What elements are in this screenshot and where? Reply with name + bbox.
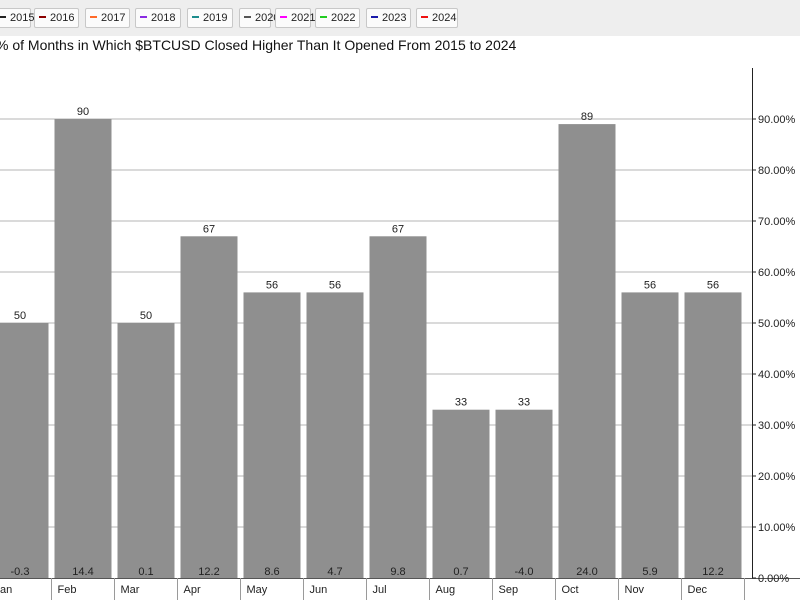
bar-bottom-label: 5.9 (642, 566, 657, 578)
bar-bottom-label: 0.7 (453, 566, 468, 578)
bar-bottom-label: 14.4 (72, 566, 93, 578)
bar-oct (558, 124, 616, 578)
x-tick-label: Apr (184, 584, 201, 596)
bar-value-label: 50 (14, 310, 26, 322)
y-tick-label: 50.00% (758, 318, 796, 330)
bar-value-label: 90 (77, 106, 89, 118)
bar-nov (621, 292, 679, 578)
x-tick-label: Jan (0, 584, 12, 596)
y-tick-label: 90.00% (758, 114, 796, 126)
x-tick-label: Mar (121, 584, 140, 596)
bar-bottom-label: 9.8 (390, 566, 405, 578)
bar-bottom-label: 12.2 (702, 566, 723, 578)
bar-chart: 50 -0.3 90 14.4 50 0.1 67 12.2 56 8.6 56 4.7 67 9.8 33… (0, 68, 800, 600)
bar-mar (117, 323, 175, 578)
y-tick-label: 60.00% (758, 267, 796, 279)
bar-value-label: 33 (518, 397, 530, 409)
bar-bottom-label: 24.0 (576, 566, 597, 578)
bar-value-label: 56 (707, 279, 719, 291)
bar-apr (180, 236, 238, 579)
y-tick-label: 80.00% (758, 165, 796, 177)
bar-bottom-label: 0.1 (138, 566, 153, 578)
bar-value-label: 56 (266, 279, 278, 291)
x-tick-label: Aug (436, 584, 456, 596)
x-tick-label: Jun (310, 584, 328, 596)
bar-jun (306, 292, 364, 578)
bar-value-label: 56 (329, 279, 341, 291)
x-tick-label: Dec (688, 584, 708, 596)
y-tick-label: 40.00% (758, 369, 796, 381)
bar-bottom-label: 8.6 (264, 566, 279, 578)
bar-value-label: 67 (392, 223, 404, 235)
bar-bottom-label: -4.0 (515, 566, 534, 578)
x-tick-label: Nov (625, 584, 645, 596)
bar-feb (54, 119, 112, 578)
bar-jan (0, 323, 49, 578)
bar-value-label: 50 (140, 310, 152, 322)
bar-jul (369, 236, 427, 579)
x-tick-label: Oct (562, 584, 579, 596)
bar-aug (432, 409, 490, 578)
y-tick-label: 70.00% (758, 216, 796, 228)
bar-value-label: 56 (644, 279, 656, 291)
bar-value-label: 89 (581, 111, 593, 123)
bar-value-label: 67 (203, 223, 215, 235)
x-tick-label: May (247, 584, 268, 596)
bar-bottom-label: -0.3 (11, 566, 30, 578)
y-tick-label: 20.00% (758, 471, 796, 483)
bar-sep (495, 409, 553, 578)
y-tick-label: 10.00% (758, 522, 796, 534)
x-tick-label: Feb (58, 584, 77, 596)
bar-bottom-label: 4.7 (327, 566, 342, 578)
bar-dec (684, 292, 742, 578)
y-tick-label: 0.00% (758, 573, 789, 585)
bar-value-label: 33 (455, 397, 467, 409)
bar-bottom-label: 12.2 (198, 566, 219, 578)
y-tick-label: 30.00% (758, 420, 796, 432)
bar-may (243, 292, 301, 578)
x-tick-label: Jul (373, 584, 387, 596)
x-tick-label: Sep (499, 584, 519, 596)
